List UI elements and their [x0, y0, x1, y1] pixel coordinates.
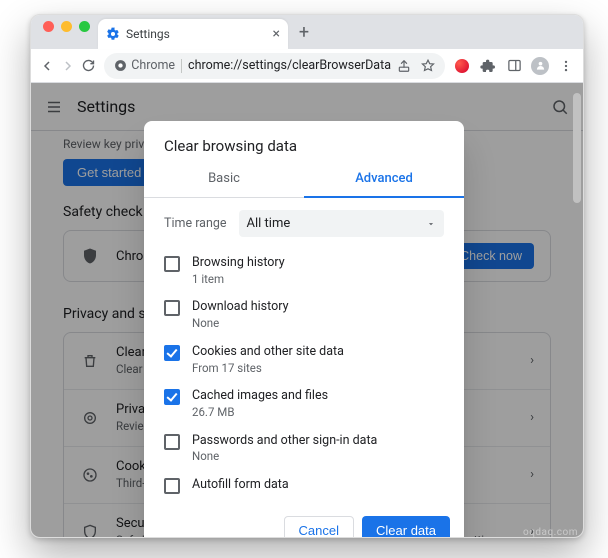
reload-button[interactable] [79, 53, 98, 79]
clear-data-button[interactable]: Clear data [362, 516, 450, 538]
cancel-button[interactable]: Cancel [284, 516, 354, 538]
option-label: Cookies and other site data [192, 344, 344, 361]
profile-avatar[interactable] [529, 55, 551, 77]
window-minimize-button[interactable] [61, 21, 72, 32]
tab-advanced[interactable]: Advanced [304, 161, 464, 198]
dialog-option-row[interactable]: Cookies and other site dataFrom 17 sites [164, 338, 444, 382]
page-scrollbar[interactable] [569, 83, 583, 538]
url-text: chrome://settings/clearBrowserData [188, 58, 391, 73]
checkbox[interactable] [164, 434, 180, 450]
browser-toolbar: Chrome chrome://settings/clearBrowserDat… [31, 49, 583, 83]
side-panel-icon[interactable] [503, 55, 525, 77]
checkbox[interactable] [164, 478, 180, 494]
scheme-label: Chrome [131, 58, 175, 73]
browser-tab[interactable]: Settings × [98, 19, 288, 49]
dialog-title: Clear browsing data [144, 121, 464, 161]
option-label: Browsing history [192, 255, 285, 272]
option-label: Autofill form data [192, 477, 289, 494]
avatar-icon [531, 57, 549, 75]
dialog-option-row[interactable]: Browsing history1 item [164, 249, 444, 293]
option-sublabel: None [192, 449, 377, 465]
dialog-option-row[interactable]: Passwords and other sign-in dataNone [164, 427, 444, 471]
chevron-down-icon [426, 219, 436, 229]
time-range-label: Time range [164, 216, 227, 231]
scrollbar-thumb[interactable] [573, 93, 581, 203]
time-range-select[interactable]: All time [239, 210, 444, 237]
window-controls [39, 21, 98, 40]
tab-basic[interactable]: Basic [144, 161, 304, 197]
option-sublabel: None [192, 316, 288, 332]
browser-window: Settings × + Chrome chrome://settings/cl… [30, 14, 584, 538]
option-sublabel: From 17 sites [192, 361, 344, 377]
tab-title: Settings [126, 27, 267, 41]
back-button[interactable] [37, 53, 56, 79]
watermark: oqdaq.com [523, 527, 578, 538]
dialog-option-row[interactable]: Download historyNone [164, 293, 444, 337]
tab-strip: Settings × + [31, 15, 583, 49]
forward-button[interactable] [58, 53, 77, 79]
omnibox-divider [181, 59, 182, 73]
option-label: Cached images and files [192, 388, 328, 405]
dialog-option-row[interactable]: Cached images and files26.7 MB [164, 382, 444, 426]
address-bar[interactable]: Chrome chrome://settings/clearBrowserDat… [104, 53, 445, 79]
window-maximize-button[interactable] [79, 21, 90, 32]
option-label: Passwords and other sign-in data [192, 433, 377, 450]
opera-extension-icon[interactable] [451, 55, 473, 77]
time-range-value: All time [247, 216, 291, 231]
dialog-body: Time range All time Browsing history1 it… [144, 198, 464, 506]
checkbox[interactable] [164, 389, 180, 405]
bookmark-icon[interactable] [421, 59, 435, 73]
dialog-actions: Cancel Clear data [144, 506, 464, 538]
dialog-option-row[interactable]: Autofill form data [164, 471, 444, 500]
option-label: Download history [192, 299, 288, 316]
checkbox[interactable] [164, 256, 180, 272]
chrome-scheme-chip: Chrome [114, 58, 175, 73]
dialog-tabs: Basic Advanced [144, 161, 464, 198]
dialog-options-list: Browsing history1 itemDownload historyNo… [164, 249, 444, 500]
extensions-puzzle-icon[interactable] [477, 55, 499, 77]
option-sublabel: 1 item [192, 272, 285, 288]
tab-close-icon[interactable]: × [273, 27, 280, 41]
gear-icon [106, 27, 120, 41]
chrome-icon [114, 59, 127, 72]
share-icon[interactable] [397, 59, 411, 73]
window-close-button[interactable] [43, 21, 54, 32]
option-sublabel: 26.7 MB [192, 405, 328, 421]
checkbox[interactable] [164, 300, 180, 316]
checkbox[interactable] [164, 345, 180, 361]
opera-icon [455, 59, 469, 73]
overflow-menu-icon[interactable] [555, 55, 577, 77]
extension-icons [451, 55, 577, 77]
clear-browsing-data-dialog: Clear browsing data Basic Advanced Time … [144, 121, 464, 538]
time-range-row: Time range All time [164, 210, 444, 237]
new-tab-button[interactable]: + [292, 20, 316, 44]
settings-page: Settings Review key privacy and security… [31, 83, 583, 538]
